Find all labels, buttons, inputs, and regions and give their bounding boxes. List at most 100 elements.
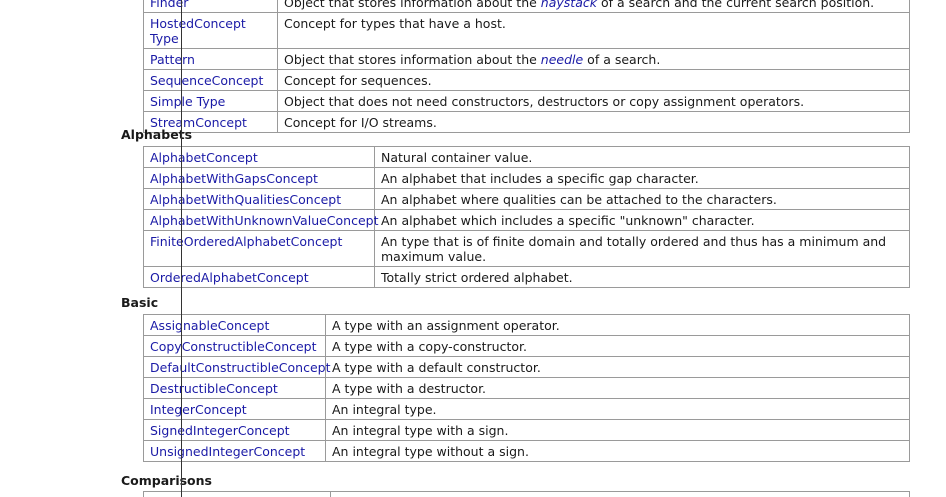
concept-link[interactable]: AlphabetWithUnknownValueConcept — [150, 213, 379, 228]
concept-link[interactable]: DefaultConstructibleConcept — [150, 360, 331, 375]
concept-name-cell: Pattern — [143, 48, 278, 70]
description-text: of a search and the current search posit… — [596, 0, 875, 10]
comparisons-table — [143, 491, 910, 497]
concept-link[interactable]: AlphabetConcept — [150, 150, 258, 165]
description-text: An integral type without a sign. — [332, 444, 529, 459]
concept-description-cell: An alphabet which includes a specific "u… — [374, 209, 910, 231]
concept-link[interactable]: UnsignedIntegerConcept — [150, 444, 305, 459]
concept-description-cell: Totally strict ordered alphabet. — [374, 266, 910, 288]
description-emphasis: haystack — [540, 0, 597, 10]
concept-link[interactable]: OrderedAlphabetConcept — [150, 270, 309, 285]
table-row: DefaultConstructibleConcept A type with a… — [143, 356, 910, 378]
concept-name-cell: AssignableConcept — [143, 314, 326, 336]
concept-name-cell: AlphabetWithUnknownValueConcept — [143, 209, 379, 231]
concept-name-cell: AlphabetWithQualitiesConcept — [143, 188, 375, 210]
concept-description-cell: Concept for I/O streams. — [277, 111, 910, 133]
table-row: AssignableConcept A type with an assignme… — [143, 314, 910, 336]
concept-link[interactable]: HostedConcept Type — [150, 16, 246, 46]
table-row: AlphabetWithGapsConcept An alphabet that … — [143, 167, 910, 189]
concept-link[interactable]: SignedIntegerConcept — [150, 423, 290, 438]
description-text: Concept for sequences. — [284, 73, 432, 88]
table-row: IntegerConcept An integral type. — [143, 398, 910, 420]
basic-table: AssignableConcept A type with an assignme… — [143, 314, 910, 462]
concept-name-cell: HostedConcept Type — [143, 12, 278, 49]
concept-description-cell: An integral type. — [325, 398, 910, 420]
concept-description-cell: A type with a copy-constructor. — [325, 335, 910, 357]
description-text: An type that is of finite domain and tot… — [381, 234, 887, 264]
alphabets-table: AlphabetConcept Natural container value. A… — [143, 146, 910, 288]
concept-description-cell: A type with a default constructor. — [325, 356, 910, 378]
table-row: DestructibleConcept A type with a destruc… — [143, 377, 910, 399]
concept-name-cell: Finder — [143, 0, 278, 13]
concept-link[interactable]: CopyConstructibleConcept — [150, 339, 317, 354]
table-row: StreamConcept Concept for I/O streams. — [143, 111, 910, 133]
concept-link[interactable]: Finder — [150, 0, 188, 10]
table-row: CopyConstructibleConcept A type with a co… — [143, 335, 910, 357]
description-text: An alphabet where qualities can be attac… — [381, 192, 777, 207]
concept-description-cell: An integral type without a sign. — [325, 440, 910, 462]
table-row: HostedConcept Type Concept for types that… — [143, 12, 910, 49]
description-text: A type with an assignment operator. — [332, 318, 560, 333]
description-text: An alphabet which includes a specific "u… — [381, 213, 755, 228]
concept-name-cell: DefaultConstructibleConcept — [143, 356, 331, 378]
description-text: A type with a destructor. — [332, 381, 487, 396]
description-text: An alphabet that includes a specific gap… — [381, 171, 699, 186]
table-row: UnsignedIntegerConcept An integral type w… — [143, 440, 910, 462]
concept-name-cell: OrderedAlphabetConcept — [143, 266, 375, 288]
concept-name-cell: AlphabetWithGapsConcept — [143, 167, 375, 189]
concept-link[interactable]: Simple Type — [150, 94, 225, 109]
table-row: OrderedAlphabetConcept Totally strict ord… — [143, 266, 910, 288]
concept-name-cell: IntegerConcept — [143, 398, 326, 420]
concept-description-cell: A type with a destructor. — [325, 377, 910, 399]
description-text: Concept for I/O streams. — [284, 115, 437, 130]
description-text: of a search. — [583, 52, 661, 67]
concept-description-cell: An integral type with a sign. — [325, 419, 910, 441]
table-row: Finder Object that stores information abo… — [143, 0, 910, 13]
concept-link[interactable]: IntegerConcept — [150, 402, 247, 417]
concept-link[interactable]: AlphabetWithQualitiesConcept — [150, 192, 341, 207]
description-text: A type with a copy-constructor. — [332, 339, 527, 354]
concept-link[interactable]: AssignableConcept — [150, 318, 269, 333]
table-row: FiniteOrderedAlphabetConcept An type that… — [143, 230, 910, 267]
table-row: SequenceConcept Concept for sequences. — [143, 69, 910, 91]
concept-link[interactable]: AlphabetWithGapsConcept — [150, 171, 318, 186]
concept-name-cell: Simple Type — [143, 90, 278, 112]
concept-name-cell: AlphabetConcept — [143, 146, 375, 168]
concept-description-cell: Natural container value. — [374, 146, 910, 168]
description-text: A type with a default constructor. — [332, 360, 541, 375]
concept-description-cell: Object that stores information about the… — [277, 0, 910, 13]
table-row: AlphabetWithQualitiesConcept An alphabet … — [143, 188, 910, 210]
concept-description-cell: An alphabet that includes a specific gap… — [374, 167, 910, 189]
vertical-guide-line — [181, 0, 182, 497]
description-text: Object that stores information about the — [284, 52, 541, 67]
concept-link[interactable]: DestructibleConcept — [150, 381, 278, 396]
concept-description-cell: An type that is of finite domain and tot… — [374, 230, 910, 267]
table-row: SignedIntegerConcept An integral type wit… — [143, 419, 910, 441]
concept-name-cell: DestructibleConcept — [143, 377, 326, 399]
concept-link[interactable]: Pattern — [150, 52, 195, 67]
table-row: Simple Type Object that does not need con… — [143, 90, 910, 112]
concept-description-cell: An alphabet where qualities can be attac… — [374, 188, 910, 210]
page: Finder Object that stores information abo… — [0, 0, 946, 497]
concept-name-cell: CopyConstructibleConcept — [143, 335, 326, 357]
top-concepts-table: Finder Object that stores information abo… — [143, 0, 910, 133]
concept-description-cell: A type with an assignment operator. — [325, 314, 910, 336]
table-row — [143, 491, 910, 497]
description-text: Object that stores information about the — [284, 0, 541, 10]
section-heading-basic: Basic — [121, 295, 159, 310]
description-emphasis: needle — [540, 52, 584, 67]
concept-description-cell: Concept for types that have a host. — [277, 12, 910, 49]
description-text: Object that does not need constructors, … — [284, 94, 805, 109]
description-text: An integral type. — [332, 402, 437, 417]
concept-name-cell: FiniteOrderedAlphabetConcept — [143, 230, 375, 267]
table-row: AlphabetConcept Natural container value. — [143, 146, 910, 168]
concept-description-cell: Object that does not need constructors, … — [277, 90, 910, 112]
table-row: AlphabetWithUnknownValueConcept An alphab… — [143, 209, 910, 231]
concept-link[interactable]: SequenceConcept — [150, 73, 263, 88]
concept-link[interactable]: FiniteOrderedAlphabetConcept — [150, 234, 342, 249]
concept-description-cell: Object that stores information about the… — [277, 48, 910, 70]
section-heading-comparisons: Comparisons — [121, 473, 212, 488]
description-text: Natural container value. — [381, 150, 533, 165]
description-text: Concept for types that have a host. — [284, 16, 506, 31]
concept-name-cell: UnsignedIntegerConcept — [143, 440, 326, 462]
